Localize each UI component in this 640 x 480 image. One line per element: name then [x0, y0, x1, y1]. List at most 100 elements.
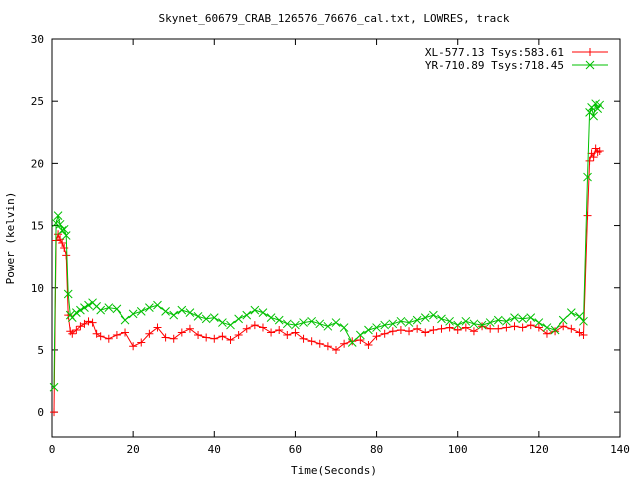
data-point — [136, 307, 146, 316]
data-point — [299, 334, 308, 343]
data-point — [315, 319, 325, 329]
data-point — [412, 315, 422, 325]
data-point — [275, 326, 284, 335]
data-point — [185, 308, 195, 317]
data-point — [218, 318, 227, 327]
data-point — [583, 211, 592, 220]
y-tick-label: 5 — [37, 344, 44, 357]
data-point — [575, 312, 584, 321]
data-point — [323, 342, 332, 351]
data-point — [551, 327, 560, 336]
data-point — [413, 324, 422, 333]
data-point — [510, 322, 519, 331]
y-tick-label: 20 — [31, 157, 44, 170]
plot-area — [51, 38, 621, 438]
data-point — [258, 308, 268, 317]
data-point — [518, 323, 527, 332]
data-point — [96, 305, 106, 315]
data-point — [405, 327, 414, 336]
data-point — [526, 321, 535, 330]
data-point — [234, 314, 243, 324]
data-point — [372, 323, 381, 332]
y-tick-label: 15 — [31, 220, 44, 233]
data-point — [161, 307, 170, 316]
x-tick-label: 100 — [448, 443, 468, 456]
data-point — [210, 334, 219, 343]
data-point — [283, 331, 292, 340]
data-point — [429, 310, 438, 320]
chart-title: Skynet_60679_CRAB_126576_76676_cal.txt, … — [159, 12, 510, 25]
data-point — [67, 313, 77, 322]
data-point — [364, 325, 373, 335]
data-point — [478, 322, 487, 331]
data-point — [104, 334, 113, 343]
data-point — [266, 313, 276, 322]
data-point — [242, 324, 251, 333]
x-tick-label: 120 — [529, 443, 549, 456]
data-point — [593, 148, 602, 157]
data-point — [585, 156, 594, 165]
data-point — [177, 328, 186, 337]
data-point — [258, 323, 267, 332]
data-point — [121, 328, 130, 337]
data-point — [185, 324, 194, 333]
x-tick-label: 40 — [208, 443, 221, 456]
data-point — [437, 314, 446, 324]
data-point — [153, 300, 162, 310]
x-tick-label: 60 — [289, 443, 302, 456]
data-point — [169, 310, 179, 320]
y-axis-label: Power (kelvin) — [4, 192, 17, 285]
data-point — [331, 318, 341, 327]
data-point — [88, 318, 97, 327]
y-tick-label: 10 — [31, 282, 44, 295]
data-point — [567, 324, 576, 333]
data-point — [421, 328, 430, 337]
data-point — [566, 308, 576, 317]
legend-label: YR-710.89 Tsys:718.45 — [425, 59, 564, 72]
data-point — [202, 333, 211, 342]
legend-label: XL-577.13 Tsys:583.61 — [425, 46, 564, 59]
x-tick-label: 0 — [49, 443, 56, 456]
data-point — [420, 313, 430, 322]
data-point — [62, 251, 71, 260]
data-point — [437, 324, 446, 333]
series-layer — [49, 99, 605, 417]
data-point — [340, 339, 349, 348]
data-point — [50, 408, 59, 417]
data-point — [339, 323, 349, 332]
x-tick-label: 80 — [370, 443, 383, 456]
data-point — [274, 315, 284, 325]
x-tick-label: 20 — [127, 443, 140, 456]
data-point — [76, 305, 85, 315]
data-point — [396, 326, 405, 335]
data-point — [267, 328, 276, 337]
data-point — [84, 300, 93, 310]
data-point — [145, 303, 154, 313]
data-point — [494, 324, 503, 333]
axis-ticks: 0 20 40 60 80 100 120 140 0 5 10 15 20 25 30 — [31, 33, 630, 456]
data-point — [469, 327, 478, 336]
data-point — [177, 305, 187, 315]
data-point — [194, 331, 203, 340]
data-point — [129, 342, 138, 351]
data-point — [218, 332, 227, 341]
data-point — [226, 320, 235, 330]
x-tick-label: 140 — [610, 443, 630, 456]
data-point — [250, 305, 260, 315]
data-point — [226, 335, 235, 344]
data-point — [250, 321, 259, 330]
data-point — [315, 339, 324, 348]
series-1 — [50, 144, 604, 417]
data-point — [80, 303, 89, 313]
data-point — [380, 329, 389, 338]
legend-marker — [586, 48, 594, 56]
data-point — [429, 326, 438, 335]
data-point — [388, 327, 397, 336]
y-tick-label: 30 — [31, 33, 44, 46]
data-point — [128, 309, 138, 319]
data-point — [112, 331, 121, 340]
data-point — [291, 328, 300, 337]
data-point — [120, 315, 130, 325]
legend: XL-577.13 Tsys:583.61YR-710.89 Tsys:718.… — [425, 46, 608, 72]
chart: Skynet_60679_CRAB_126576_76676_cal.txt, … — [4, 12, 630, 477]
